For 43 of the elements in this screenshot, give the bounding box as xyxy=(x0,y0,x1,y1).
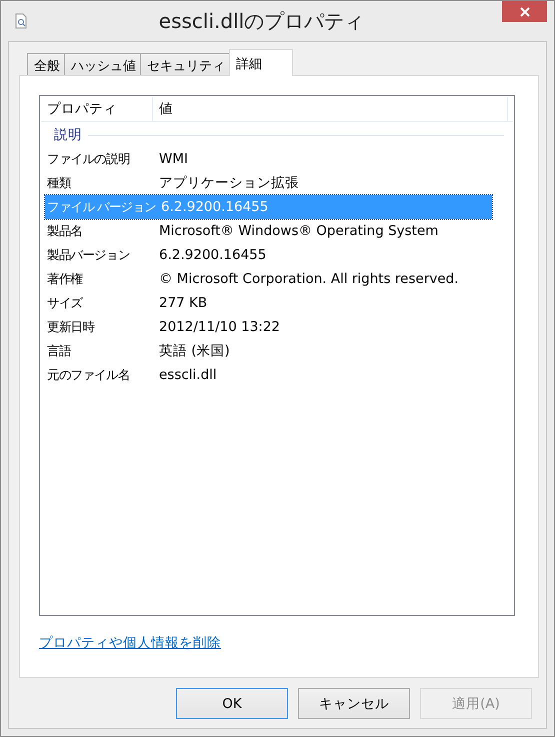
column-header[interactable]: プロパティ xyxy=(41,97,153,121)
property-name: 更新日時 xyxy=(46,318,96,336)
property-value: © Microsoft Corporation. All rights reserved. xyxy=(158,271,459,287)
property-value: 6.2.9200.16455 xyxy=(160,199,268,215)
window-title: esscli.dllのプロパティ xyxy=(158,8,366,34)
file-icon xyxy=(13,13,29,29)
property-name: 著作権 xyxy=(46,270,84,288)
property-value: 2012/11/10 13:22 xyxy=(158,319,280,335)
property-name: サイズ xyxy=(46,294,84,312)
close-icon xyxy=(520,6,530,16)
list-row[interactable]: 製品名 Microsoft® Windows® Operating System xyxy=(45,219,492,243)
property-value: WMI xyxy=(158,151,188,167)
property-value: 277 KB xyxy=(158,295,208,311)
list-row[interactable]: サイズ 277 KB xyxy=(45,291,492,315)
property-name: 言語 xyxy=(46,342,72,360)
list-row[interactable]: 元のファイル名 esscli.dll xyxy=(45,363,492,387)
list-row[interactable]: 著作権 © Microsoft Corporation. All rights reserved. xyxy=(45,267,492,291)
list-row[interactable]: 言語 英語 (米国) xyxy=(45,339,492,363)
property-value: アプリケーション拡張 xyxy=(158,174,299,192)
dialog-button[interactable]: OK xyxy=(176,688,288,719)
list-row[interactable]: ファイルの説明 WMI xyxy=(45,147,492,171)
close-button[interactable] xyxy=(502,1,547,22)
list-row[interactable]: 種類 アプリケーション拡張 xyxy=(45,171,492,195)
property-name: 元のファイル名 xyxy=(46,366,131,384)
tab[interactable]: セキュリティ xyxy=(140,53,230,75)
property-name: 製品バージョン xyxy=(46,246,131,264)
property-value: Microsoft® Windows® Operating System xyxy=(158,223,438,239)
column-header[interactable]: 値 xyxy=(153,97,508,121)
remove-properties-link[interactable]: プロパティや個人情報を削除 xyxy=(39,634,221,652)
tab[interactable]: ハッシュ値 xyxy=(64,53,141,75)
list-row[interactable]: 製品バージョン 6.2.9200.16455 xyxy=(45,243,492,267)
property-name: 製品名 xyxy=(46,222,84,240)
tab[interactable]: 全般 xyxy=(27,53,65,75)
tab[interactable]: 詳細 xyxy=(229,49,293,76)
dialog-button[interactable]: キャンセル xyxy=(298,688,410,719)
property-value: 6.2.9200.16455 xyxy=(158,247,266,263)
list-row[interactable]: 更新日時 2012/11/10 13:22 xyxy=(45,315,492,339)
group-label: 説明 xyxy=(54,126,82,144)
property-value: 英語 (米国) xyxy=(158,342,230,360)
property-name: 種類 xyxy=(46,174,72,192)
property-value: esscli.dll xyxy=(158,367,217,383)
property-name: ファイル バージョン xyxy=(46,198,157,216)
property-name: ファイルの説明 xyxy=(46,150,131,168)
